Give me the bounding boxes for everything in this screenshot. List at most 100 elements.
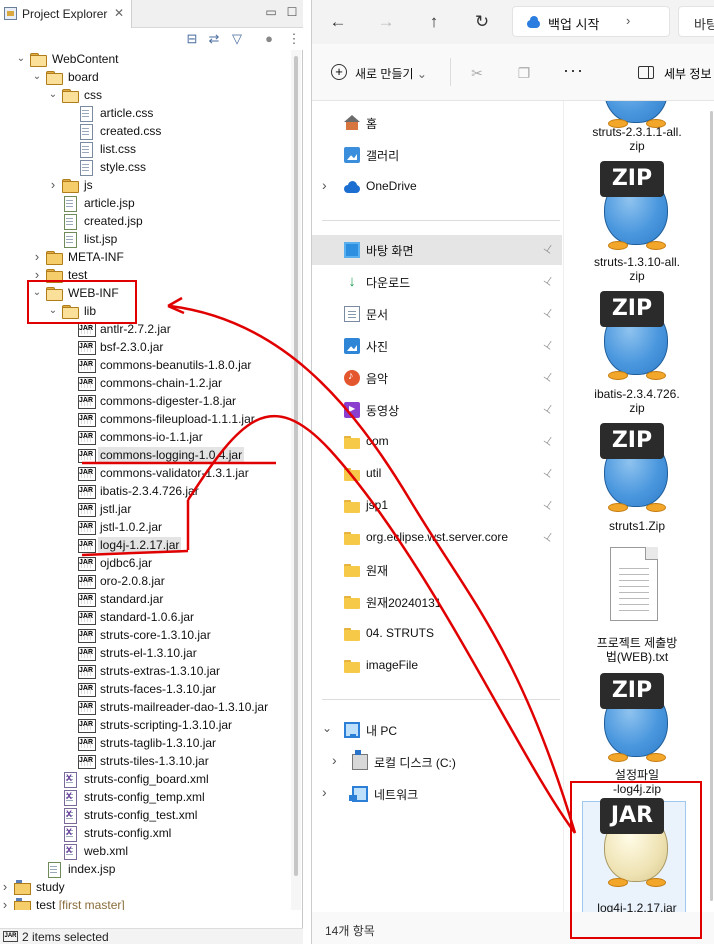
- pin-icon[interactable]: ⊥: [541, 528, 556, 544]
- tree-item-xml[interactable]: Xstruts-config_board.xml: [0, 770, 290, 788]
- breadcrumb[interactable]: 백업 시작 ›: [512, 6, 670, 37]
- more-options-button[interactable]: ···: [563, 60, 584, 81]
- tree-item-jar[interactable]: JAR oro-2.0.8.jar: [0, 572, 290, 590]
- pin-icon[interactable]: ⊥: [541, 432, 556, 448]
- sidebar-item[interactable]: 홈: [312, 108, 562, 138]
- sidebar-item[interactable]: › 네트워크: [312, 779, 562, 809]
- tree-item-jar[interactable]: JAR struts-tiles-1.3.10.jar: [0, 752, 290, 770]
- sidebar-item[interactable]: jsp1 ⊥: [312, 491, 562, 521]
- sidebar-item[interactable]: 문서 ⊥: [312, 299, 562, 329]
- scrollbar-thumb[interactable]: [294, 56, 298, 876]
- tree-item-jar[interactable]: JAR ojdbc6.jar: [0, 554, 290, 572]
- chevron-right-icon[interactable]: ›: [32, 250, 42, 264]
- maximize-icon[interactable]: ☐: [285, 5, 299, 19]
- tree-item-folder[interactable]: ⌄ WebContent: [0, 50, 290, 68]
- tree-item-jar[interactable]: JAR log4j-1.2.17.jar: [0, 536, 290, 554]
- tree-item-jar[interactable]: JAR struts-core-1.3.10.jar: [0, 626, 290, 644]
- link-editor-icon[interactable]: ⇄: [206, 31, 222, 47]
- pin-icon[interactable]: ⊥: [541, 304, 556, 320]
- tree-item-jar[interactable]: JAR commons-io-1.1.jar: [0, 428, 290, 446]
- chevron-right-icon[interactable]: ›: [0, 880, 10, 894]
- tree-item-file[interactable]: index.jsp: [0, 860, 290, 878]
- tree-item-jar[interactable]: JAR commons-chain-1.2.jar: [0, 374, 290, 392]
- sidebar-item[interactable]: 04. STRUTS: [312, 619, 562, 649]
- tree-item-file[interactable]: created.css: [0, 122, 290, 140]
- sidebar-item[interactable]: 사진 ⊥: [312, 331, 562, 361]
- collapse-all-icon[interactable]: ⊟: [184, 31, 200, 47]
- chevron-right-icon[interactable]: ›: [322, 784, 332, 800]
- chevron-right-icon[interactable]: ›: [322, 177, 332, 193]
- tree-item-folder[interactable]: › study: [0, 878, 290, 896]
- chevron-right-icon[interactable]: ›: [0, 898, 10, 911]
- chevron-down-icon[interactable]: ⌄: [16, 52, 26, 66]
- tree-item-folder[interactable]: ⌄ board: [0, 68, 290, 86]
- back-button[interactable]: ←: [326, 10, 350, 34]
- sidebar-item[interactable]: ⌄ 내 PC: [312, 715, 562, 745]
- pin-icon[interactable]: ⊥: [541, 368, 556, 384]
- sidebar-item[interactable]: 바탕 화면 ⊥: [312, 235, 562, 265]
- tree-item-xml[interactable]: Xweb.xml: [0, 842, 290, 860]
- sidebar-item[interactable]: com ⊥: [312, 427, 562, 457]
- pin-icon[interactable]: ⊥: [541, 464, 556, 480]
- focus-icon[interactable]: ●: [261, 31, 277, 47]
- pin-icon[interactable]: ⊥: [541, 496, 556, 512]
- sidebar-item[interactable]: › OneDrive: [312, 172, 562, 202]
- sidebar-item[interactable]: ↓ 다운로드 ⊥: [312, 267, 562, 297]
- tree-item-jar[interactable]: JAR struts-taglib-1.3.10.jar: [0, 734, 290, 752]
- tree-item-jar[interactable]: JAR commons-beanutils-1.8.0.jar: [0, 356, 290, 374]
- sidebar-item[interactable]: 원재20240131: [312, 587, 562, 617]
- tree-item-jar[interactable]: JAR standard.jar: [0, 590, 290, 608]
- forward-button[interactable]: →: [374, 10, 398, 34]
- pin-icon[interactable]: ⊥: [541, 400, 556, 416]
- tree-item-jar[interactable]: JAR struts-mailreader-dao-1.3.10.jar: [0, 698, 290, 716]
- tree-item-folder[interactable]: › test [first master]: [0, 896, 290, 910]
- tree-item-jar[interactable]: JAR bsf-2.3.0.jar: [0, 338, 290, 356]
- copy-icon[interactable]: ❐: [515, 64, 533, 82]
- tree-item-jar[interactable]: JAR commons-digester-1.8.jar: [0, 392, 290, 410]
- tree-item-jar[interactable]: JAR struts-el-1.3.10.jar: [0, 644, 290, 662]
- scrollbar-thumb[interactable]: [710, 111, 713, 901]
- sidebar-item[interactable]: org.eclipse.wst.server.core ⊥: [312, 523, 562, 553]
- sidebar-item[interactable]: imageFile: [312, 651, 562, 681]
- filter-icon[interactable]: ▽: [229, 31, 245, 47]
- tree-item-jar[interactable]: JAR standard-1.0.6.jar: [0, 608, 290, 626]
- sidebar-item[interactable]: 원재: [312, 555, 562, 585]
- sidebar-item[interactable]: 음악 ⊥: [312, 363, 562, 393]
- tree-item-jar[interactable]: JAR struts-faces-1.3.10.jar: [0, 680, 290, 698]
- tree-item-folder[interactable]: › js: [0, 176, 290, 194]
- chevron-right-icon[interactable]: ›: [626, 13, 630, 28]
- pin-icon[interactable]: ⊥: [541, 240, 556, 256]
- sidebar-item[interactable]: 동영상 ⊥: [312, 395, 562, 425]
- tree-item-jar[interactable]: JAR ibatis-2.3.4.726.jar: [0, 482, 290, 500]
- file-scrollbar[interactable]: [709, 101, 714, 912]
- sidebar-item[interactable]: › 로컬 디스크 (C:): [312, 747, 562, 777]
- tree-item-file[interactable]: list.jsp: [0, 230, 290, 248]
- tree-item-xml[interactable]: Xstruts-config_test.xml: [0, 806, 290, 824]
- minimize-icon[interactable]: ▭: [264, 5, 278, 19]
- tree-item-xml[interactable]: Xstruts-config.xml: [0, 824, 290, 842]
- breadcrumb-next[interactable]: 바탕: [678, 6, 714, 37]
- tree-item-jar[interactable]: JAR commons-logging-1.0.4.jar: [0, 446, 290, 464]
- view-menu-icon[interactable]: ⋮: [286, 31, 302, 47]
- pin-icon[interactable]: ⊥: [541, 336, 556, 352]
- tree-item-jar[interactable]: JAR struts-scripting-1.3.10.jar: [0, 716, 290, 734]
- close-icon[interactable]: ✕: [114, 6, 124, 20]
- chevron-right-icon[interactable]: ›: [332, 752, 342, 768]
- tab-project-explorer[interactable]: Project Explorer ✕: [0, 0, 132, 28]
- tree-item-jar[interactable]: JAR jstl-1.0.2.jar: [0, 518, 290, 536]
- chevron-right-icon[interactable]: ›: [48, 178, 58, 192]
- tree-item-jar[interactable]: JAR commons-validator-1.3.1.jar: [0, 464, 290, 482]
- tree-item-folder[interactable]: ⌄ css: [0, 86, 290, 104]
- tree-item-file[interactable]: style.css: [0, 158, 290, 176]
- tree-item-file[interactable]: article.css: [0, 104, 290, 122]
- tree-item-file[interactable]: article.jsp: [0, 194, 290, 212]
- tree-item-file[interactable]: created.jsp: [0, 212, 290, 230]
- breadcrumb-item[interactable]: 백업 시작: [548, 14, 599, 33]
- sidebar-item[interactable]: 갤러리: [312, 140, 562, 170]
- chevron-down-icon[interactable]: ⌄: [322, 721, 332, 735]
- tree-item-jar[interactable]: JAR jstl.jar: [0, 500, 290, 518]
- up-button[interactable]: ↑: [422, 10, 446, 34]
- tree-item-jar[interactable]: JAR commons-fileupload-1.1.1.jar: [0, 410, 290, 428]
- pin-icon[interactable]: ⊥: [541, 272, 556, 288]
- chevron-down-icon[interactable]: ⌄: [48, 88, 58, 102]
